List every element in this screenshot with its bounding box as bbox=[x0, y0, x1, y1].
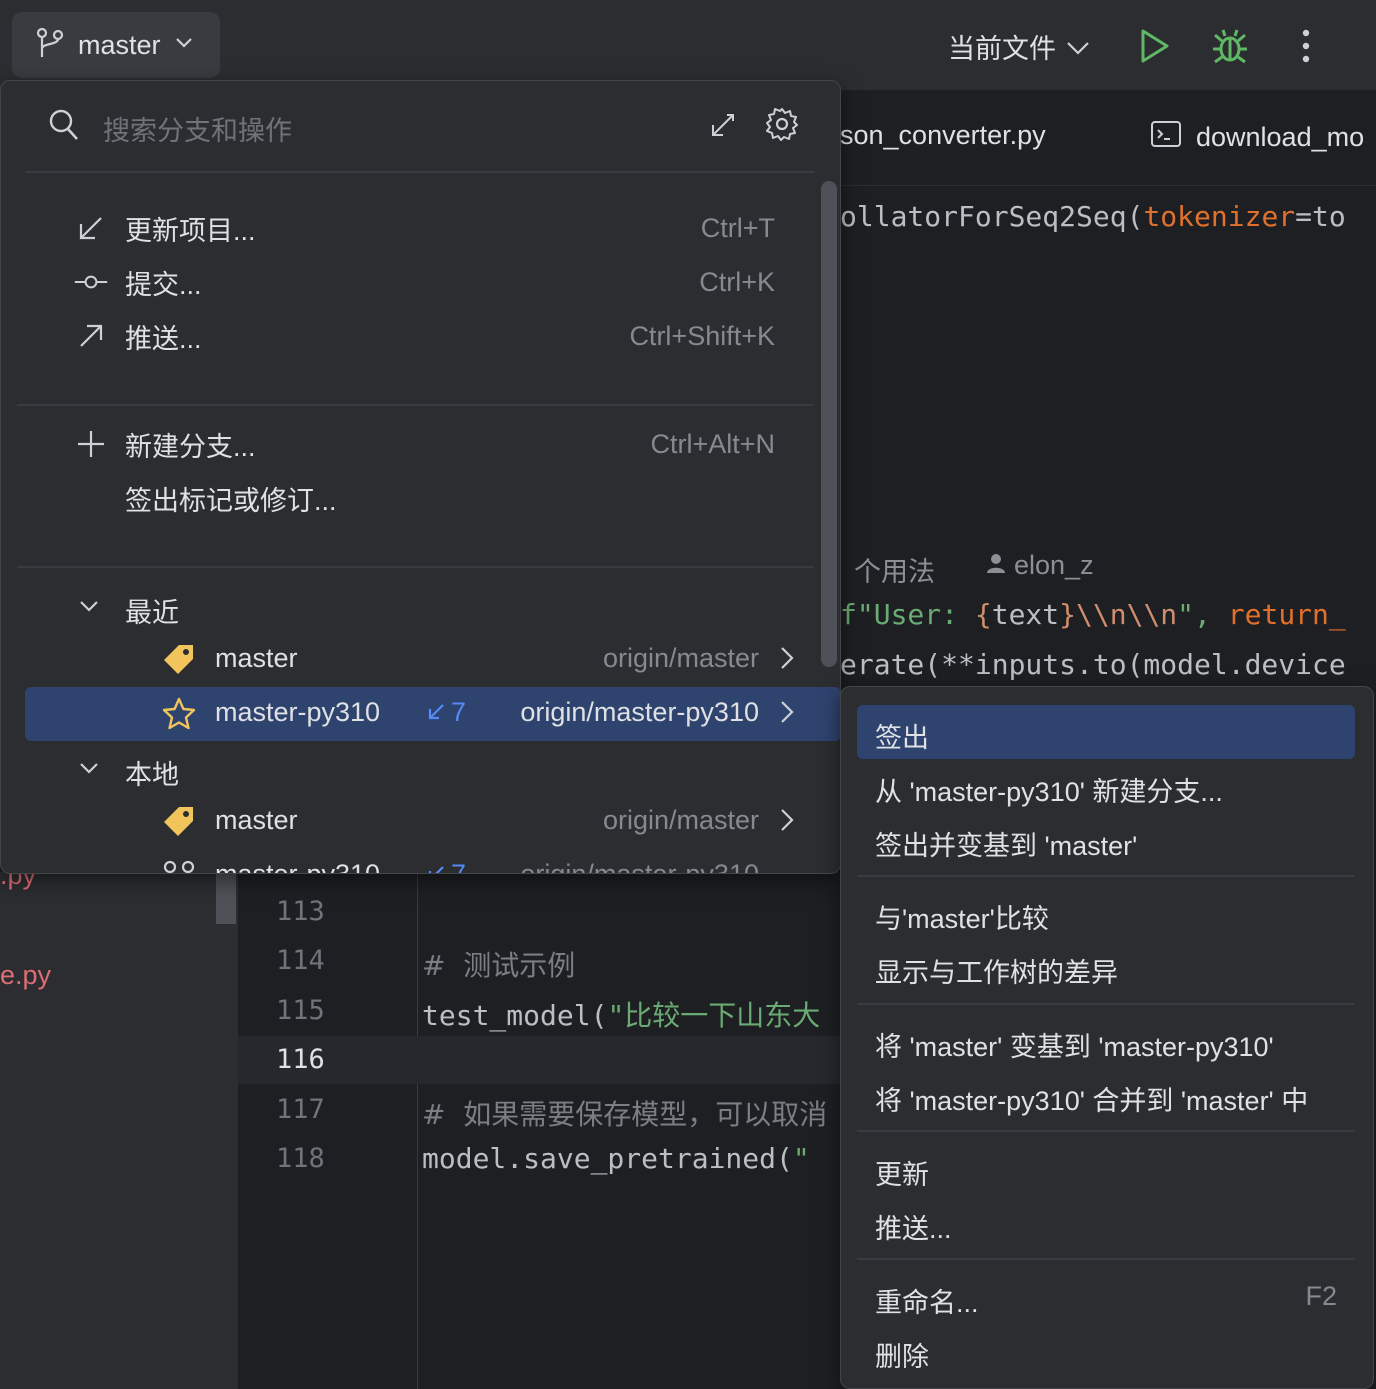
incoming-arrow-icon bbox=[427, 859, 445, 873]
run-icon[interactable] bbox=[1134, 24, 1174, 68]
tag-icon bbox=[161, 804, 197, 840]
run-config-selector[interactable]: 当前文件 bbox=[948, 22, 1090, 70]
line-number: 114 bbox=[276, 945, 325, 976]
menu-item-update[interactable]: 更新 bbox=[857, 1142, 1355, 1196]
menu-item-rebase[interactable]: 将 'master' 变基到 'master-py310' bbox=[857, 1014, 1355, 1068]
popup-scrollbar-thumb[interactable] bbox=[821, 181, 837, 667]
tab-label: son_converter.py bbox=[840, 120, 1046, 150]
line-number: 115 bbox=[276, 995, 325, 1026]
project-sidebar: .py e.py bbox=[0, 860, 214, 1389]
main-toolbar: master 当前文件 bbox=[0, 0, 1376, 90]
gear-icon[interactable] bbox=[765, 107, 799, 146]
code-line-save: model.save_pretrained(" bbox=[422, 1142, 810, 1175]
line-number-gutter bbox=[238, 872, 418, 1389]
divider bbox=[857, 1130, 1355, 1132]
branch-item-local-master-py310[interactable]: master-py310 7 origin/master-py310 bbox=[25, 849, 840, 873]
run-config-label: 当前文件 bbox=[948, 33, 1056, 64]
code-comment: # 如果需要保存模型，可以取消 bbox=[422, 1098, 828, 1131]
chevron-right-icon bbox=[779, 807, 795, 840]
menu-item-checkout-and-rebase[interactable]: 签出并变基到 'master' bbox=[857, 813, 1355, 867]
menu-item-rename[interactable]: 重命名... F2 bbox=[857, 1270, 1355, 1324]
person-icon bbox=[986, 550, 1006, 581]
branch-icon bbox=[161, 858, 197, 873]
line-number: 117 bbox=[276, 1094, 325, 1125]
action-push[interactable]: 推送... Ctrl+Shift+K bbox=[25, 309, 815, 363]
action-checkout-tag-or-revision[interactable]: 签出标记或修订... bbox=[25, 471, 815, 525]
debug-icon[interactable] bbox=[1210, 24, 1250, 68]
branch-widget-button[interactable]: master bbox=[12, 12, 220, 78]
current-line-highlight bbox=[238, 1036, 840, 1084]
tab-download-model[interactable]: download_mo bbox=[1150, 120, 1364, 155]
editor-tabs: son_converter.py download_mo bbox=[840, 90, 1376, 186]
divider bbox=[857, 1258, 1355, 1260]
git-branches-popup: 搜索分支和操作 更新项目... Ctrl+T 提交... Ctrl+K 推送..… bbox=[0, 80, 841, 874]
code-line-fstring: f"User: {text}\\n\\n", return_ bbox=[840, 598, 1346, 631]
action-new-branch[interactable]: 新建分支... Ctrl+Alt+N bbox=[25, 417, 815, 471]
code-line-generate: erate(**inputs.to(model.device bbox=[840, 648, 1346, 681]
code-comment: # 测试示例 bbox=[422, 949, 576, 982]
search-input[interactable]: 搜索分支和操作 bbox=[103, 109, 292, 148]
scrollbar-thumb[interactable] bbox=[216, 872, 236, 924]
git-branch-icon bbox=[36, 27, 64, 64]
commit-icon bbox=[73, 264, 109, 300]
divider bbox=[25, 171, 815, 173]
chevron-down-icon bbox=[1066, 31, 1090, 62]
menu-item-new-branch-from[interactable]: 从 'master-py310' 新建分支... bbox=[857, 759, 1355, 813]
tab-json-converter[interactable]: son_converter.py bbox=[840, 120, 1046, 151]
chevron-right-icon bbox=[779, 699, 795, 732]
tag-icon bbox=[161, 642, 197, 678]
more-icon[interactable] bbox=[1286, 24, 1326, 68]
chevron-down-icon bbox=[77, 753, 101, 790]
chevron-right-icon bbox=[779, 645, 795, 678]
divider bbox=[17, 566, 813, 568]
branch-item-recent-master-py310[interactable]: master-py310 7 origin/master-py310 bbox=[25, 687, 840, 741]
terminal-file-icon bbox=[1150, 120, 1182, 155]
search-icon bbox=[49, 109, 79, 146]
incoming-arrow-icon bbox=[427, 697, 445, 728]
branch-item-recent-master[interactable]: master origin/master bbox=[25, 633, 840, 687]
star-icon bbox=[161, 696, 197, 732]
group-recent[interactable]: 最近 bbox=[25, 581, 815, 635]
branch-context-menu: 签出 从 'master-py310' 新建分支... 签出并变基到 'mast… bbox=[840, 686, 1374, 1389]
menu-item-push[interactable]: 推送... bbox=[857, 1196, 1355, 1250]
code-line-test-model: test_model("比较一下山东大 bbox=[422, 999, 821, 1032]
menu-item-compare-with[interactable]: 与'master'比较 bbox=[857, 886, 1355, 940]
line-number: 118 bbox=[276, 1143, 325, 1174]
branch-search-bar[interactable]: 搜索分支和操作 bbox=[1, 81, 840, 173]
update-arrow-icon bbox=[73, 210, 109, 246]
action-update-project[interactable]: 更新项目... Ctrl+T bbox=[25, 201, 815, 255]
divider bbox=[857, 1003, 1355, 1005]
plus-icon bbox=[73, 426, 109, 462]
usage-hint[interactable]: 个用法 bbox=[854, 550, 935, 589]
code-line-collator: ollatorForSeq2Seq(tokenizer=to bbox=[840, 200, 1346, 233]
tab-label: download_mo bbox=[1196, 122, 1365, 152]
incoming-commits: 7 bbox=[427, 859, 466, 873]
menu-item-delete[interactable]: 删除 bbox=[857, 1324, 1355, 1378]
group-local[interactable]: 本地 bbox=[25, 743, 815, 797]
line-number: 116 bbox=[276, 1044, 325, 1075]
author-hint[interactable]: elon_z bbox=[986, 550, 1094, 581]
action-commit[interactable]: 提交... Ctrl+K bbox=[25, 255, 815, 309]
sidebar-scrollbar[interactable] bbox=[214, 872, 238, 1389]
push-arrow-icon bbox=[73, 318, 109, 354]
divider bbox=[17, 404, 813, 406]
divider bbox=[857, 875, 1355, 877]
menu-item-show-diff-working-tree[interactable]: 显示与工作树的差异 bbox=[857, 940, 1355, 994]
chevron-down-icon bbox=[77, 591, 101, 628]
branch-widget-label: master bbox=[78, 29, 161, 60]
line-number: 113 bbox=[276, 896, 325, 927]
incoming-commits: 7 bbox=[427, 697, 466, 728]
sidebar-file[interactable]: e.py bbox=[0, 960, 51, 991]
chevron-down-icon bbox=[175, 36, 193, 54]
menu-item-checkout[interactable]: 签出 bbox=[857, 705, 1355, 759]
menu-item-merge[interactable]: 将 'master-py310' 合并到 'master' 中 bbox=[857, 1068, 1355, 1122]
collapse-arrows-icon[interactable] bbox=[709, 111, 737, 144]
branch-item-local-master[interactable]: master origin/master bbox=[25, 795, 840, 849]
